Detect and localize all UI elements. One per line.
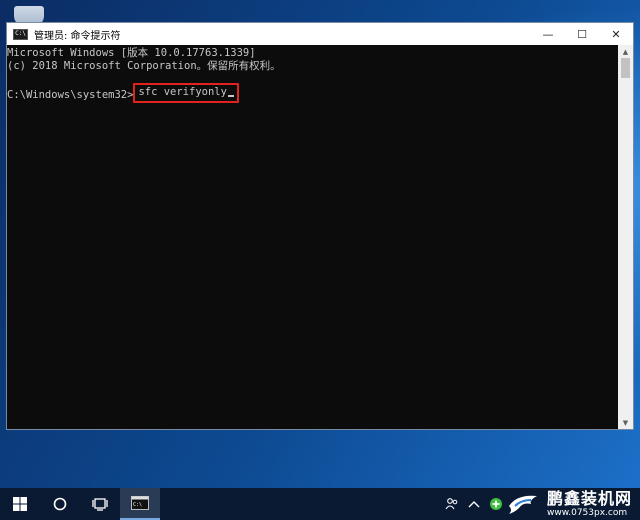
chevron-up-icon [468,501,480,508]
title-bar[interactable]: C:\ 管理员: 命令提示符 — ☐ ✕ [7,23,633,45]
prompt-text: C:\Windows\system32> [7,89,134,101]
maximize-button[interactable]: ☐ [565,23,599,45]
cmd-icon: C:\ [131,496,149,510]
command-prompt-window[interactable]: C:\ 管理员: 命令提示符 — ☐ ✕ Microsoft Windows [… [6,22,634,430]
people-button[interactable] [441,488,463,520]
close-button[interactable]: ✕ [599,23,633,45]
watermark: 鹏鑫装机网 www.0753px.com [546,488,632,518]
window-controls: — ☐ ✕ [531,23,633,45]
prompt-line: C:\Windows\system32> sfc verifyonly [7,83,619,103]
console-line: (c) 2018 Microsoft Corporation。保留所有权利。 [7,60,281,72]
show-hidden-icons-button[interactable] [463,488,485,520]
taskbar: C:\ 鹏鑫装机网 www.0753px.com [0,488,640,520]
console-output[interactable]: Microsoft Windows [版本 10.0.17763.1339] (… [7,45,619,429]
windows-start-icon [13,497,27,511]
people-icon [445,498,458,510]
search-button[interactable] [40,488,80,520]
console-line: Microsoft Windows [版本 10.0.17763.1339] [7,47,256,59]
network-button[interactable] [485,488,507,520]
task-view-icon [92,498,108,511]
start-button[interactable] [0,488,40,520]
watermark-logo-icon [508,495,537,514]
svg-text:C:\: C:\ [133,502,142,508]
system-tray: 鹏鑫装机网 www.0753px.com [441,488,640,520]
task-view-button[interactable] [80,488,120,520]
scroll-down-arrow-icon[interactable]: ▼ [618,416,633,429]
search-circle-icon [53,497,67,511]
network-badge-icon [489,498,502,510]
minimize-button[interactable]: — [531,23,565,45]
scrollbar-thumb[interactable] [621,58,630,78]
taskbar-cmd-button[interactable]: C:\ [120,488,160,520]
watermark-title: 鹏鑫装机网 [546,488,632,508]
watermark-url: www.0753px.com [546,507,628,518]
window-title: 管理员: 命令提示符 [34,30,121,42]
typed-command: sfc verifyonly [138,86,227,98]
vertical-scrollbar[interactable]: ▲ ▼ [618,45,633,429]
typed-command-highlight[interactable]: sfc verifyonly [133,83,239,103]
text-cursor [227,95,234,97]
scroll-up-arrow-icon[interactable]: ▲ [618,45,633,58]
cmd-app-icon: C:\ [13,28,28,40]
